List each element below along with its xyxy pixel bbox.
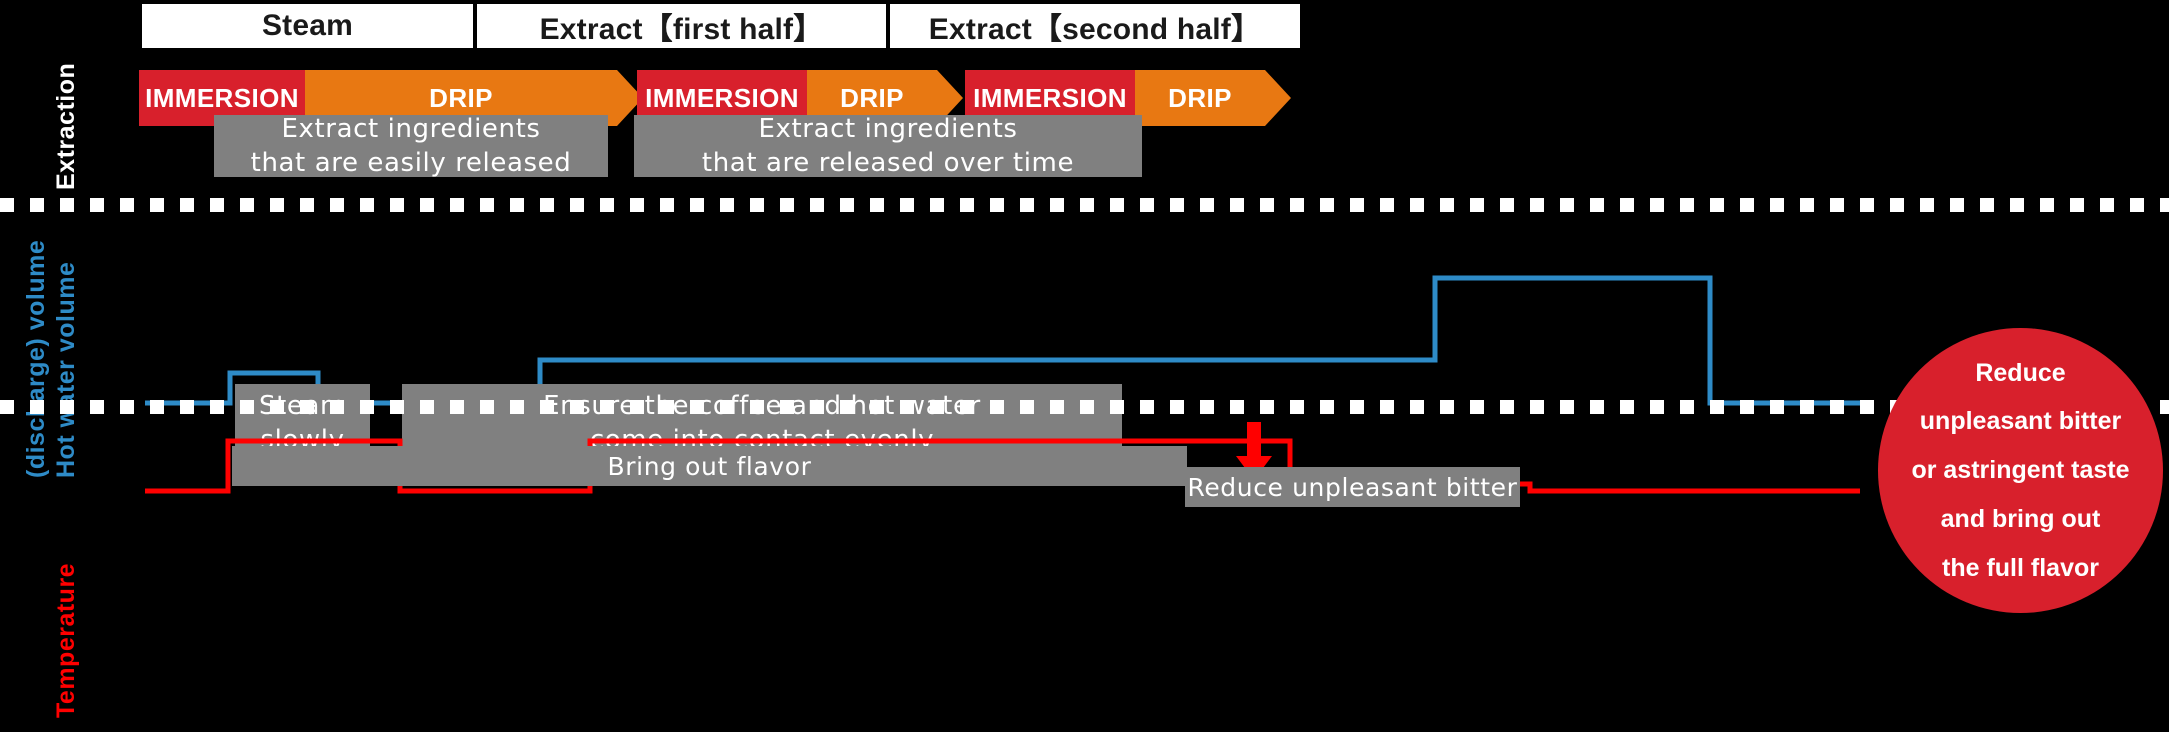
brewing-process-diagram: Steam Extract【first half】 Extract【second… <box>0 0 2169 732</box>
annotation-line-1: Reduce <box>1975 358 2066 387</box>
temperature-note-bring-out-flavor: Bring out flavor <box>232 446 1187 486</box>
annotation-line-5: the full flavor <box>1942 553 2099 582</box>
note-label: Bring out flavor <box>607 451 812 481</box>
annotation-line-2: unpleasant bitter <box>1919 407 2122 436</box>
temperature-chart <box>145 422 1860 494</box>
annotation-line-4: and bring out <box>1940 504 2101 533</box>
annotation-circle-flavor: Reduce unpleasant bitter or astringent t… <box>1878 328 2163 613</box>
annotation-line-3: or astringent taste <box>1911 456 2130 485</box>
note-label: Reduce unpleasant bitter <box>1187 472 1518 502</box>
temperature-note-reduce-bitter: Reduce unpleasant bitter <box>1185 467 1520 507</box>
